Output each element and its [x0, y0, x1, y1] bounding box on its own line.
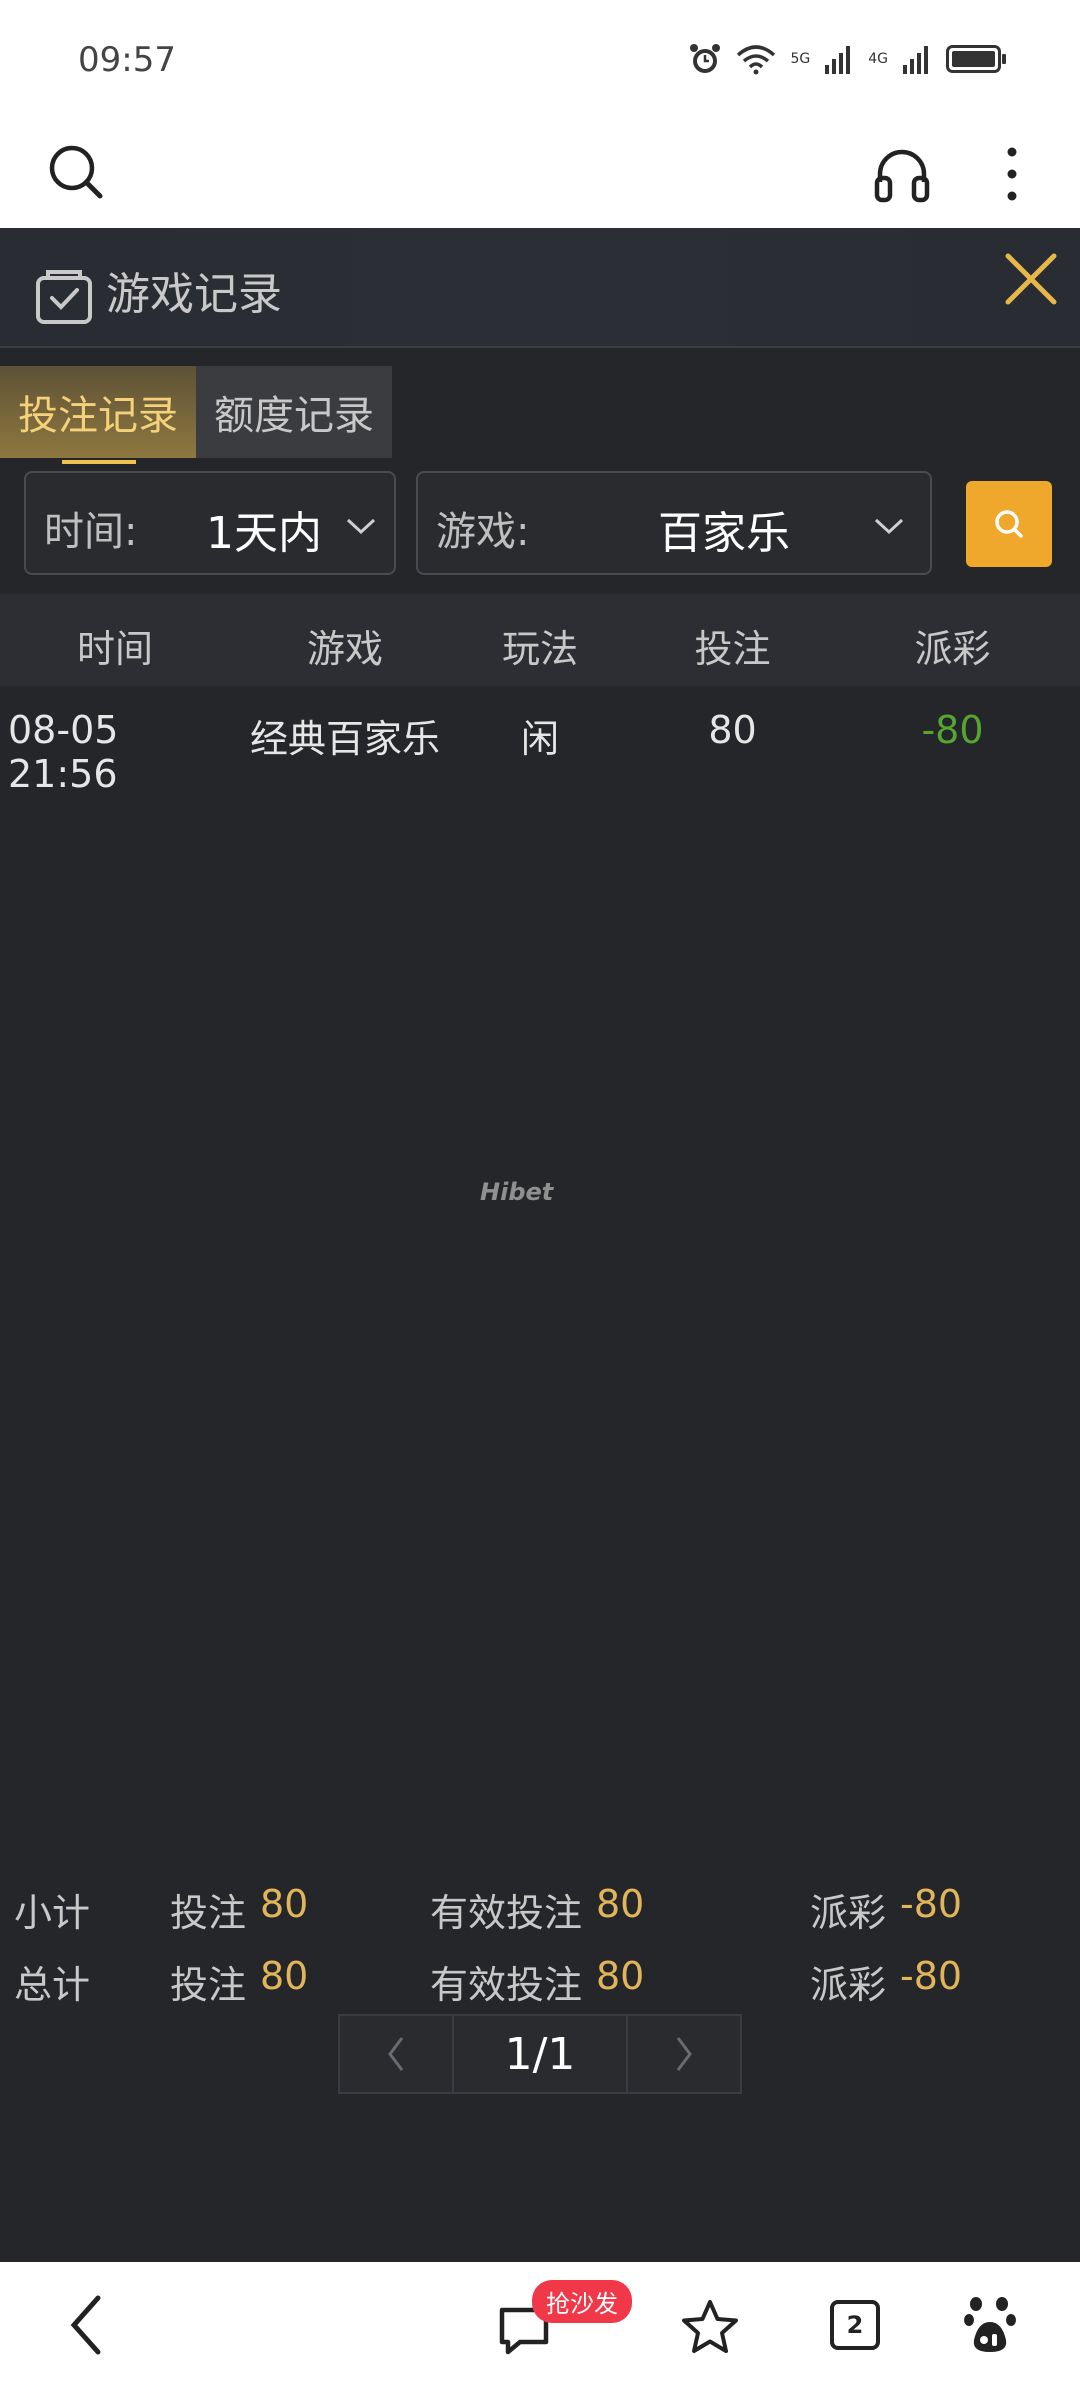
cell-bet: 80: [708, 708, 757, 752]
pagination: 1/1: [338, 2014, 742, 2094]
search-icon: [995, 510, 1023, 538]
subtotal-payout-label: 派彩: [810, 1891, 887, 1935]
tab-count-button[interactable]: 2: [830, 2300, 880, 2350]
total-bet-label: 投注: [170, 1963, 247, 2007]
column-header-time: 时间: [76, 627, 153, 671]
browser-bottom-bar: 抢沙发 2: [0, 2262, 1080, 2388]
browser-toolbar: [0, 120, 1080, 228]
cell-time: 08-05 21:56: [8, 708, 119, 796]
net-5g-label: 5G: [790, 51, 811, 67]
subtotal-bet-value: 80: [260, 1882, 309, 1926]
close-icon[interactable]: [1002, 250, 1060, 308]
tab-bet-records-label: 投注记录: [18, 393, 178, 439]
total-row: 总计 投注 80 有效投注 80 派彩 -80: [0, 1942, 1080, 2014]
table-row[interactable]: 08-05 21:56 经典百家乐 闲 80 -80: [0, 686, 1080, 796]
search-button[interactable]: [966, 481, 1052, 567]
comment-badge[interactable]: 抢沙发: [532, 2280, 632, 2323]
record-bag-icon: [36, 270, 92, 324]
star-icon[interactable]: [680, 2298, 740, 2358]
signal-icon-2: [903, 46, 928, 74]
cell-game: 经典百家乐: [249, 717, 440, 761]
cell-payout: -80: [921, 708, 984, 752]
game-filter-value: 百家乐: [658, 508, 790, 559]
panel-header: 游戏记录: [0, 228, 1080, 348]
prev-page-button[interactable]: [338, 2014, 454, 2094]
column-header-game: 游戏: [306, 627, 383, 671]
column-header-play: 玩法: [501, 627, 578, 671]
more-icon[interactable]: [1000, 144, 1024, 204]
subtotal-row: 小计 投注 80 有效投注 80 派彩 -80: [0, 1870, 1080, 1942]
subtotal-valid-value: 80: [596, 1882, 645, 1926]
net-4g-label: 4G: [868, 51, 888, 67]
time-filter-label: 时间:: [44, 509, 138, 555]
signal-icon: [825, 46, 851, 74]
game-filter-label: 游戏:: [436, 509, 530, 555]
cell-play: 闲: [520, 717, 559, 761]
subtotal-payout-value: -80: [900, 1882, 963, 1926]
subtotal-label: 小计: [14, 1891, 91, 1935]
subtotal-bet-label: 投注: [170, 1891, 247, 1935]
column-header-bet: 投注: [694, 627, 771, 671]
headset-icon[interactable]: [872, 144, 932, 204]
column-header-payout: 派彩: [914, 627, 991, 671]
total-bet-value: 80: [260, 1954, 309, 1998]
chevron-left-icon: [388, 2037, 404, 2071]
time-filter-value: 1天内: [206, 508, 322, 559]
active-tab-indicator: [62, 460, 136, 464]
subtotal-valid-label: 有效投注: [430, 1891, 583, 1935]
next-page-button[interactable]: [626, 2014, 742, 2094]
status-icons: 5G 4G: [688, 42, 1008, 76]
time-filter-dropdown[interactable]: 时间: 1天内: [24, 471, 396, 575]
tab-credit-records-label: 额度记录: [214, 393, 374, 439]
wifi-icon: [737, 45, 776, 75]
chevron-down-icon: [874, 518, 904, 535]
chevron-right-icon: [676, 2037, 692, 2071]
back-icon[interactable]: [66, 2292, 106, 2358]
baidu-paw-icon[interactable]: [964, 2296, 1016, 2354]
tab-bet-records[interactable]: 投注记录: [0, 366, 196, 464]
total-valid-label: 有效投注: [430, 1963, 583, 2007]
status-bar: 09:57 5G 4G: [0, 0, 1080, 120]
total-payout-label: 派彩: [810, 1963, 887, 2007]
total-label: 总计: [14, 1963, 91, 2007]
record-tabs: 投注记录 额度记录: [0, 366, 392, 464]
game-filter-dropdown[interactable]: 游戏: 百家乐: [416, 471, 932, 575]
total-payout-value: -80: [900, 1954, 963, 1998]
battery-icon: [946, 45, 1006, 73]
tab-credit-records[interactable]: 额度记录: [196, 366, 392, 458]
panel-title: 游戏记录: [106, 269, 282, 320]
status-time: 09:57: [78, 40, 176, 80]
total-valid-value: 80: [596, 1954, 645, 1998]
table-header: 时间 游戏 玩法 投注 派彩: [0, 594, 1080, 686]
search-icon[interactable]: [48, 144, 104, 200]
chevron-down-icon: [346, 518, 376, 535]
page-indicator: 1/1: [454, 2014, 626, 2094]
watermark-logo: Hibet: [480, 1178, 554, 1206]
alarm-icon: [690, 44, 721, 73]
